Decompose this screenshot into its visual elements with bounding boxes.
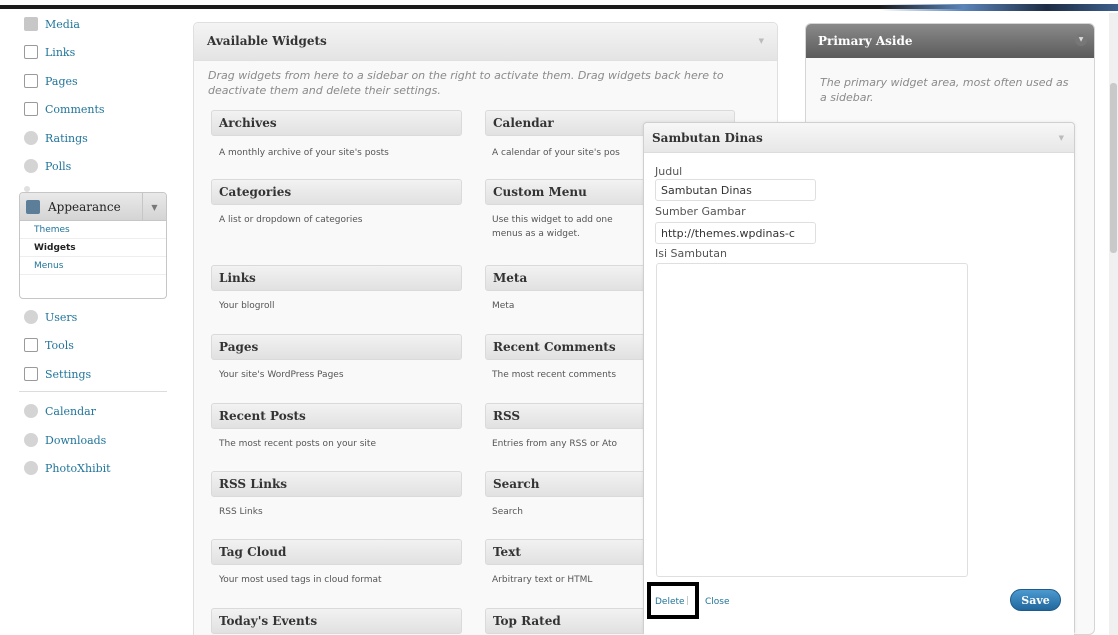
widget-tag-cloud[interactable]: Tag Cloud xyxy=(211,539,462,565)
menu-item-media[interactable]: Media xyxy=(24,13,80,35)
menu-item-label: Polls xyxy=(45,159,72,173)
appearance-label: Appearance xyxy=(48,199,121,214)
menu-item-label: Links xyxy=(45,45,76,59)
widget-description: A calendar of your site's pos xyxy=(492,148,620,158)
menu-item-label: Users xyxy=(45,310,78,324)
widget-description: The most recent comments xyxy=(492,370,617,380)
menu-item-polls[interactable]: Polls xyxy=(24,155,71,177)
users-icon xyxy=(24,310,38,324)
widget-rss-links[interactable]: RSS Links xyxy=(211,471,462,497)
widget-recent-posts[interactable]: Recent Posts xyxy=(211,403,462,429)
menu-item-pages[interactable]: Pages xyxy=(24,70,78,92)
pages-icon xyxy=(24,74,38,88)
widget-pages[interactable]: Pages xyxy=(211,334,462,360)
available-widgets-header[interactable]: Available Widgets ▼ xyxy=(194,23,777,61)
menu-item-label: Tools xyxy=(45,338,74,352)
menu-item-label: Media xyxy=(45,17,80,31)
primary-aside-description: The primary widget area, most often used… xyxy=(820,76,1069,104)
widget-description: Arbitrary text or HTML xyxy=(492,575,593,585)
admin-menu: Media Links Pages Comments Ratings Polls… xyxy=(0,13,180,635)
widget-form-actions: Delete | Close Save xyxy=(644,579,1074,635)
menu-item-calendar[interactable]: Calendar xyxy=(24,400,96,422)
chevron-down-icon[interactable]: ▼ xyxy=(759,37,764,45)
menu-item-photoxhibit[interactable]: PhotoXhibit xyxy=(24,457,111,479)
top-glow xyxy=(880,4,1118,11)
menu-item-settings[interactable]: Settings xyxy=(24,363,91,385)
menu-item-label: Downloads xyxy=(45,433,107,447)
widget-description: A monthly archive of your site's posts xyxy=(219,148,389,158)
chevron-down-icon[interactable]: ▼ xyxy=(1059,134,1064,142)
save-button[interactable]: Save xyxy=(1010,589,1061,611)
comments-icon xyxy=(24,102,38,116)
judul-label: Judul xyxy=(655,165,683,178)
widget-description: A list or dropdown of categories xyxy=(219,215,363,225)
menu-item-downloads[interactable]: Downloads xyxy=(24,429,106,451)
appearance-header[interactable]: Appearance ▼ xyxy=(20,193,166,221)
tools-icon xyxy=(24,338,38,352)
polls-icon xyxy=(24,159,38,173)
widget-todays-events[interactable]: Today's Events xyxy=(211,608,462,634)
menu-item-label: Settings xyxy=(45,367,92,381)
widget-description: The most recent posts on your site xyxy=(219,439,376,449)
widget-form-header[interactable]: Sambutan Dinas ▼ xyxy=(644,123,1074,153)
sumber-gambar-label: Sumber Gambar xyxy=(655,205,746,218)
menu-item-ratings[interactable]: Ratings xyxy=(24,127,88,149)
downloads-icon xyxy=(24,433,38,447)
sumber-gambar-input[interactable] xyxy=(655,222,816,244)
judul-input[interactable] xyxy=(655,179,816,201)
widget-description: RSS Links xyxy=(219,507,263,517)
widget-description: Your blogroll xyxy=(219,301,275,311)
available-widgets-title: Available Widgets xyxy=(207,34,327,48)
menu-item-label: Ratings xyxy=(45,131,88,145)
chevron-down-icon[interactable]: ▼ xyxy=(1075,34,1087,46)
widget-description: Search xyxy=(492,507,523,517)
menu-item-tools[interactable]: Tools xyxy=(24,334,74,356)
widget-settings-form: Sambutan Dinas ▼ Judul Sumber Gambar Isi… xyxy=(643,122,1075,635)
scrollbar-thumb[interactable] xyxy=(1110,83,1117,253)
top-window-edge xyxy=(0,0,1118,13)
appearance-menu: Appearance ▼ Themes Widgets Menus xyxy=(19,192,167,299)
available-widgets-description: Drag widgets from here to a sidebar on t… xyxy=(208,69,724,97)
isi-sambutan-textarea[interactable] xyxy=(656,263,968,577)
widget-description: Your site's WordPress Pages xyxy=(219,370,344,380)
menu-divider xyxy=(19,391,167,392)
appearance-icon xyxy=(26,199,40,214)
close-link[interactable]: Close xyxy=(705,597,730,607)
widget-categories[interactable]: Categories xyxy=(211,179,462,205)
menu-item-label: PhotoXhibit xyxy=(45,461,111,475)
links-icon xyxy=(24,45,38,59)
widget-form-title: Sambutan Dinas xyxy=(652,131,763,145)
settings-icon xyxy=(24,367,38,381)
page-scrollbar[interactable] xyxy=(1109,13,1118,635)
widget-description: Use this widget to add one menus as a wi… xyxy=(492,215,613,239)
widget-archives[interactable]: Archives xyxy=(211,110,462,136)
ratings-icon xyxy=(24,131,38,145)
isi-sambutan-label: Isi Sambutan xyxy=(655,247,727,260)
menu-item-users[interactable]: Users xyxy=(24,306,77,328)
primary-aside-header[interactable]: Primary Aside ▼ xyxy=(806,24,1094,58)
menu-item-label: Calendar xyxy=(45,404,96,418)
menu-item-comments[interactable]: Comments xyxy=(24,98,105,120)
widget-description: Your most used tags in cloud format xyxy=(219,575,382,585)
media-icon xyxy=(24,17,38,31)
widget-description: Meta xyxy=(492,301,515,311)
menu-item-label: Pages xyxy=(45,74,78,88)
delete-highlight-box xyxy=(647,582,699,619)
calendar-icon xyxy=(24,404,38,418)
menu-item-label: Comments xyxy=(45,102,105,116)
primary-aside-title: Primary Aside xyxy=(818,34,913,48)
widget-links[interactable]: Links xyxy=(211,265,462,291)
photoxhibit-icon xyxy=(24,461,38,475)
submenu-widgets[interactable]: Widgets xyxy=(20,239,166,257)
chevron-down-icon[interactable]: ▼ xyxy=(142,193,166,221)
widget-description: Entries from any RSS or Ato xyxy=(492,439,618,449)
menu-item-links[interactable]: Links xyxy=(24,41,75,63)
submenu-themes[interactable]: Themes xyxy=(20,221,166,239)
submenu-menus[interactable]: Menus xyxy=(20,257,166,275)
